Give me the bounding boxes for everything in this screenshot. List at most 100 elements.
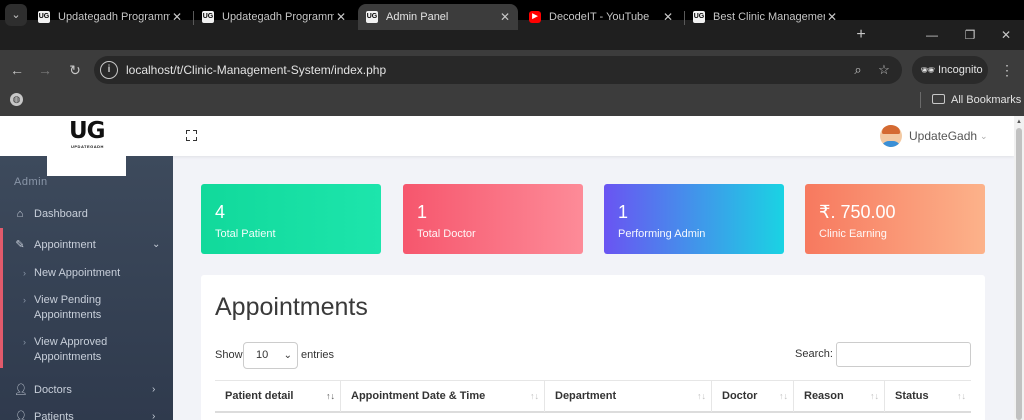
sidebar-subitem-label: New Appointment [34, 267, 121, 279]
column-header-doctor[interactable]: Doctor ↑↓ [711, 381, 793, 412]
close-icon[interactable]: ✕ [500, 4, 510, 30]
chevron-right-icon: › [23, 295, 26, 305]
stat-caption: Clinic Earning [819, 228, 887, 240]
close-icon[interactable]: ✕ [172, 4, 182, 30]
tab-title: Updategadh Programming [222, 11, 334, 23]
page-scrollbar[interactable]: ▲ [1014, 116, 1024, 420]
bookmark-star-icon[interactable]: ☆ [875, 61, 893, 79]
chevron-down-icon: ⌄ [11, 9, 21, 21]
ug-favicon-icon: UG [202, 11, 214, 23]
stat-value: 1 [417, 202, 428, 222]
stat-caption: Performing Admin [618, 228, 706, 240]
browser-tab-5[interactable]: UG Best Clinic Management ✕ [685, 4, 845, 30]
back-arrow-icon[interactable]: ← [8, 61, 26, 79]
avatar[interactable] [880, 125, 902, 147]
window-close-icon[interactable]: ✕ [996, 25, 1016, 45]
stat-value: 4 [215, 202, 226, 222]
table-header: Patient detail ↑↓ Appointment Date & Time… [215, 380, 971, 413]
active-section-indicator [0, 228, 3, 368]
app-header: UpdateGadh ⌄ [0, 116, 1014, 156]
username[interactable]: UpdateGadh [909, 128, 977, 144]
site-info-icon[interactable]: i [100, 61, 118, 79]
sort-icon: ↑↓ [779, 391, 788, 401]
scroll-up-icon[interactable]: ▲ [1016, 118, 1022, 126]
ug-favicon-icon: UG [693, 11, 705, 23]
chevron-down-icon[interactable]: ⌄ [980, 128, 988, 144]
chevron-down-icon: ⌄ [152, 239, 161, 250]
youtube-icon: ▶ [529, 11, 541, 23]
sidebar-subitem-label: View Approved Appointments [34, 336, 108, 363]
chevron-right-icon: › [23, 268, 26, 278]
reload-icon[interactable]: ↻ [66, 61, 84, 79]
tab-search-button[interactable]: ⌄ [5, 4, 27, 26]
close-icon[interactable]: ✕ [663, 4, 673, 30]
stat-card-clinic-earning: ₹. 750.00 Clinic Earning [805, 184, 985, 254]
close-icon[interactable]: ✕ [336, 4, 346, 30]
bookmarks-bar [0, 88, 1024, 116]
sidebar-item-label: Dashboard [34, 208, 88, 220]
search-label: Search: [795, 348, 833, 360]
stat-card-total-doctor: 1 Total Doctor [403, 184, 583, 254]
user-icon: 👤︎ [14, 384, 28, 396]
all-bookmarks-button[interactable]: All Bookmarks [932, 92, 1021, 108]
tab-title: Updategadh Programming [58, 11, 170, 23]
browser-tab-3-active[interactable]: UG Admin Panel ✕ [358, 4, 518, 30]
folder-icon [932, 94, 945, 104]
url-text[interactable]: localhost/t/Clinic-Management-System/ind… [126, 62, 386, 78]
zoom-magnifier-icon[interactable]: ⌕ [849, 61, 867, 79]
column-header-patient-detail[interactable]: Patient detail ↑↓ [215, 381, 340, 412]
bookmarks-divider [920, 92, 921, 108]
column-header-status[interactable]: Status ↑↓ [884, 381, 971, 412]
incognito-badge[interactable]: 🕶 Incognito [912, 56, 988, 84]
column-header-department[interactable]: Department ↑↓ [544, 381, 711, 412]
user-icon: 👤︎ [14, 411, 28, 420]
page-viewport: UpdateGadh ⌄ Admin ⌂ Dashboard ✎ Appoint… [0, 116, 1014, 420]
sidebar-item-label: Patients [34, 411, 74, 420]
chevron-right-icon: › [152, 384, 156, 395]
column-header-appointment-datetime[interactable]: Appointment Date & Time ↑↓ [340, 381, 544, 412]
sort-icon: ↑↓ [326, 391, 335, 401]
sidebar: Admin ⌂ Dashboard ✎ Appointment ⌄ › New … [0, 156, 173, 420]
chevron-right-icon: › [152, 411, 156, 420]
tab-title: DecodeIT - YouTube [549, 11, 650, 23]
stat-value: 1 [618, 202, 629, 222]
globe-icon[interactable]: ◍ [10, 93, 23, 106]
appointments-panel: Appointments Show 10 ⌄ entries Search: P… [201, 275, 985, 420]
sidebar-item-label: Appointment [34, 239, 96, 251]
sort-icon: ↑↓ [870, 391, 879, 401]
new-tab-plus-icon[interactable]: + [852, 25, 870, 45]
logo-text: UG [69, 118, 106, 144]
fullscreen-expand-icon[interactable] [186, 130, 197, 141]
browser-tab-1[interactable]: UG Updategadh Programming ✕ [30, 4, 190, 30]
edit-icon: ✎ [15, 239, 25, 251]
scrollbar-thumb[interactable] [1016, 128, 1022, 420]
column-header-reason[interactable]: Reason ↑↓ [793, 381, 884, 412]
restore-icon[interactable]: ❐ [960, 25, 980, 45]
sidebar-item-label: Doctors [34, 384, 72, 396]
tab-title: Best Clinic Management [713, 11, 825, 23]
stat-caption: Total Doctor [417, 228, 476, 240]
entries-value: 10 [256, 349, 269, 361]
logo-subtext: UPDATEGADH [71, 144, 104, 149]
chevron-right-icon: › [23, 337, 26, 347]
browser-tab-4[interactable]: ▶ DecodeIT - YouTube ✕ [521, 4, 681, 30]
entries-label: entries [301, 349, 335, 361]
ug-favicon-icon: UG [366, 11, 378, 23]
entries-select[interactable]: 10 ⌄ [243, 342, 298, 369]
all-bookmarks-label: All Bookmarks [951, 94, 1022, 106]
more-menu-icon[interactable]: ⋮ [998, 60, 1016, 80]
browser-tab-2[interactable]: UG Updategadh Programming ✕ [194, 4, 354, 30]
page-title: Appointments [215, 293, 368, 321]
incognito-label: Incognito [938, 64, 983, 76]
stat-card-performing-admin: 1 Performing Admin [604, 184, 784, 254]
chevron-down-icon: ⌄ [283, 350, 292, 361]
close-icon[interactable]: ✕ [827, 4, 837, 30]
search-input[interactable] [836, 342, 971, 367]
sidebar-subitem-label: View Pending Appointments [34, 294, 102, 321]
minimize-icon[interactable]: — [922, 25, 942, 45]
logo[interactable]: UG UPDATEGADH [47, 116, 126, 176]
home-icon: ⌂ [16, 208, 24, 220]
sort-icon: ↑↓ [697, 391, 706, 401]
forward-arrow-icon[interactable]: → [36, 61, 54, 79]
sort-icon: ↑↓ [957, 391, 966, 401]
